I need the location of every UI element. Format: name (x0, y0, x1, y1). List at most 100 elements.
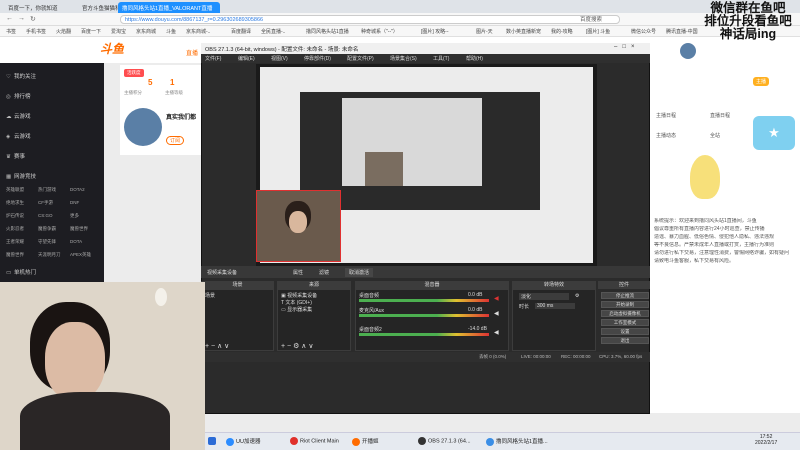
bookmark-item[interactable]: 书签 (6, 28, 16, 35)
site-logo[interactable]: 斗鱼 (100, 40, 124, 57)
bookmark-item[interactable]: [图片] 攻略-- (421, 28, 449, 35)
sidebar-item-game[interactable]: ◈ 云游戏 (6, 132, 31, 140)
source-item[interactable]: ▭ 显示器采集 (281, 306, 312, 313)
bookmark-item[interactable]: 百度翻译 (231, 28, 251, 35)
source-item[interactable]: T 文本 (GDI+) (281, 299, 312, 306)
tab-stream[interactable]: 撸同风格头站1直播_VALORANT直播 (118, 2, 220, 13)
avatar[interactable] (124, 108, 162, 146)
bookmark-item[interactable]: 火焰翻 (56, 28, 71, 35)
sidebar-item-cloud[interactable]: ☁ 云游戏 (6, 112, 31, 120)
search-box-label[interactable]: 百度搜索 (580, 15, 602, 23)
game-category-link[interactable]: DNF (70, 200, 79, 205)
game-category-link[interactable]: 热门游戏 (38, 187, 56, 193)
source-item[interactable]: ▣ 视频采集设备 (281, 292, 317, 299)
scene-item[interactable]: 场景 (205, 292, 215, 299)
obs-menu-item[interactable]: 视图(V) (271, 55, 288, 62)
game-category-link[interactable]: CF手游 (38, 200, 53, 206)
sidebar-item-rank[interactable]: ◎ 排行榜 (6, 92, 31, 100)
panel-label-3[interactable]: 主播动态 (656, 132, 676, 139)
source-controls-icon[interactable]: + − ⚙ ∧ ∨ (281, 342, 313, 350)
forward-icon[interactable]: → (18, 15, 25, 22)
reload-icon[interactable]: ↻ (30, 15, 36, 23)
obs-menu-item[interactable]: 文件(F) (205, 55, 221, 62)
bookmark-item[interactable]: 微信公众号 (631, 28, 656, 35)
webcam-source-image[interactable] (256, 190, 341, 262)
bookmark-item[interactable]: 斗鱼 (166, 28, 176, 35)
address-input[interactable]: https://www.douyu.com/8867137_r=0.296302… (120, 15, 620, 24)
bookmark-item[interactable]: 腾讯直播-中国 (666, 28, 698, 35)
obs-menu-item[interactable]: 配置文件(P) (347, 55, 374, 62)
game-category-link[interactable]: 魔兽争霸 (38, 226, 56, 232)
bookmark-item[interactable]: 爱淘宝 (111, 28, 126, 35)
game-category-link[interactable]: 王者荣耀 (6, 239, 24, 245)
game-category-link[interactable]: 火影忍者 (6, 226, 24, 232)
obs-menu-item[interactable]: 编辑(E) (238, 55, 255, 62)
panel-label-1[interactable]: 主播日程 (656, 112, 676, 119)
nav-live[interactable]: 直播 (186, 48, 198, 57)
game-category-link[interactable]: DOTA (70, 239, 82, 244)
taskbar-item-riot[interactable]: Riot Client Main (290, 437, 339, 445)
speaker-icon[interactable]: ◀ (494, 329, 499, 336)
user-avatar[interactable] (680, 43, 696, 59)
obs-control-button[interactable]: 设置 (601, 328, 649, 335)
obs-menu-item[interactable]: 场景集合(S) (390, 55, 417, 62)
taskbar-item-uu[interactable]: UU加速器 (226, 437, 260, 446)
obs-menu-item[interactable]: 帮助(H) (466, 55, 483, 62)
duration-input[interactable]: 300 ms (535, 303, 575, 309)
obs-menu-item[interactable]: 停靠部件(D) (304, 55, 331, 62)
panel-label-2[interactable]: 直播日程 (710, 112, 730, 119)
game-category-link[interactable]: APEX英雄 (70, 252, 91, 258)
game-category-link[interactable]: 炉石传说 (6, 213, 24, 219)
deactivate-button[interactable]: 取消激活 (345, 268, 374, 277)
game-category-link[interactable]: 天涯明月刀 (38, 252, 61, 258)
obs-control-button[interactable]: 停止推流 (601, 292, 649, 299)
game-category-link[interactable]: DOTA2 (70, 187, 85, 192)
obs-control-button[interactable]: 退出 (601, 337, 649, 344)
transition-select[interactable]: 淡化 (519, 293, 569, 300)
taskbar-item-browser[interactable]: 撸同风格头站1直播... (486, 437, 548, 446)
filters-button[interactable]: 滤镜 (319, 269, 329, 276)
bookmark-item[interactable]: 撸同风格头站1直播 (306, 28, 349, 35)
transition-settings-icon[interactable]: ⚙ (575, 293, 579, 299)
obs-control-button[interactable]: 开始录制 (601, 301, 649, 308)
game-category-link[interactable]: 守望先锋 (38, 239, 56, 245)
game-category-link[interactable]: 英雄联盟 (6, 187, 24, 193)
game-category-link[interactable]: 绝地求生 (6, 200, 24, 206)
mute-icon[interactable]: ◀ (494, 295, 499, 302)
bookmark-item[interactable]: 种奇城系（"--"） (361, 28, 398, 35)
scene-controls-icon[interactable]: + − ∧ ∨ (205, 342, 229, 350)
bookmark-item[interactable]: [图片] 斗鱼 (586, 28, 610, 35)
taskbar-item-obs[interactable]: OBS 27.1.3 (64... (418, 437, 471, 445)
properties-button[interactable]: 属性 (293, 269, 303, 276)
game-category-link[interactable]: 魔兽世界 (70, 226, 88, 232)
back-icon[interactable]: ← (6, 15, 13, 22)
bookmark-item[interactable]: 百度一下 (81, 28, 101, 35)
game-category-link[interactable]: 更多 (70, 213, 79, 219)
sidebar-footer[interactable]: ▭ 单机热门 (6, 268, 36, 276)
panel-label-4[interactable]: 全站 (710, 132, 720, 139)
start-icon[interactable] (208, 437, 218, 445)
tab-baidu[interactable]: 百度一下，你就知道 (4, 2, 74, 13)
sidebar-item-esports[interactable]: ♛ 赛事 (6, 152, 25, 160)
window-controls-icon[interactable]: –□× (614, 44, 639, 50)
taskbar-clock[interactable]: 17:52 2022/2/17 (755, 434, 777, 446)
obs-control-button[interactable]: 启动虚拟摄像机 (601, 310, 649, 317)
bookmark-item[interactable]: 图片-天 (476, 28, 493, 35)
promo-banner[interactable]: ★ (753, 116, 795, 150)
bookmark-item[interactable]: 全民直播-.. (261, 28, 285, 35)
bookmark-item[interactable]: 京东商城 (136, 28, 156, 35)
bookmark-item[interactable]: 数小英直播新宠 (506, 28, 541, 35)
obs-menu-item[interactable]: 工具(T) (433, 55, 449, 62)
game-category-link[interactable]: CS:GO (38, 213, 53, 218)
sidebar-item-online-games[interactable]: ▦ 网游竞技 (6, 172, 36, 180)
obs-control-button[interactable]: 工作室模式 (601, 319, 649, 326)
bookmark-item[interactable]: 京东商城-.. (186, 28, 210, 35)
bookmark-item[interactable]: 手机书签 (26, 28, 46, 35)
sidebar-item-follow[interactable]: ♡ 我的关注 (6, 72, 36, 80)
taskbar-item-kaibo[interactable]: 开播姬 (352, 437, 379, 446)
game-category-link[interactable]: 魔兽世界 (6, 252, 24, 258)
follow-button[interactable]: 订阅 (166, 136, 185, 145)
mixer-channel-name: 桌面音频 (359, 293, 380, 299)
speaker-icon[interactable]: ◀ (494, 310, 499, 317)
bookmark-item[interactable]: 我的-攻略 (551, 28, 573, 35)
